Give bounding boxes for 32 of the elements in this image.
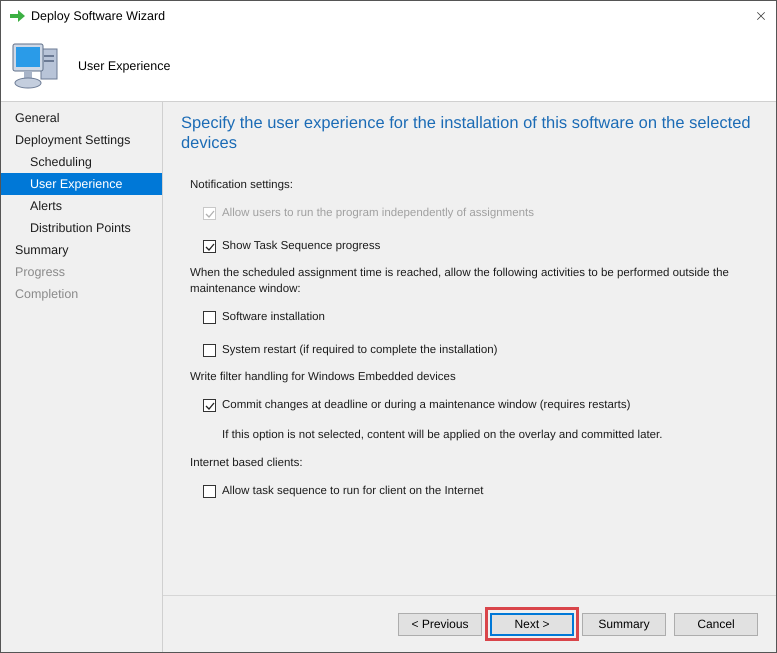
section-label: Notification settings: (190, 178, 294, 193)
page-title: User Experience (78, 58, 170, 75)
checkbox-label: Show Task Sequence progress (222, 238, 380, 254)
window-title: Deploy Software Wizard (31, 8, 166, 25)
section-label: When the scheduled assignment time is reached, allow the following activities to be performed outside the maintenance window: (190, 266, 730, 297)
checkbox-label: Allow task sequence to run for client on the Internet (222, 484, 484, 499)
wizard-button[interactable]: < Previous (398, 612, 482, 636)
checkbox[interactable] (203, 311, 216, 324)
note-text: If this option is not selected, content will be applied on the overlay and committed later. (222, 428, 662, 443)
checkbox[interactable] (203, 399, 216, 412)
close-icon[interactable] (754, 9, 768, 23)
checkbox[interactable] (203, 240, 216, 253)
checkbox-label: Commit changes at deadline or during a maintenance window (requires restarts) (222, 398, 630, 413)
section-label: Write filter handling for Windows Embedded devices (190, 370, 457, 385)
checkbox[interactable] (203, 485, 216, 498)
wizard-button[interactable]: Cancel (674, 612, 758, 636)
checkbox[interactable] (203, 344, 216, 357)
wizard-button[interactable]: Summary (582, 612, 666, 636)
page-heading: Specify the user experience for the installation of this software on the selected devices (181, 113, 751, 153)
sidebar-item[interactable]: Deployment Settings (1, 129, 162, 151)
sidebar-item[interactable]: Summary (1, 239, 162, 261)
sidebar-item[interactable]: Scheduling (1, 151, 162, 173)
arrow-icon (10, 10, 25, 22)
checkbox-label: Software installation (222, 310, 325, 325)
section-label: Internet based clients: (190, 456, 304, 471)
sidebar-item[interactable]: Distribution Points (1, 217, 162, 239)
checkbox-label: Allow users to run the program independently of assignments (222, 206, 534, 221)
sidebar-item[interactable]: Alerts (1, 195, 162, 217)
sidebar-item[interactable]: General (1, 107, 162, 129)
wizard-button[interactable]: Next > (490, 612, 574, 636)
checkbox-label: System restart (if required to complete the installation) (222, 342, 498, 358)
sidebar-item[interactable]: User Experience (1, 173, 162, 195)
